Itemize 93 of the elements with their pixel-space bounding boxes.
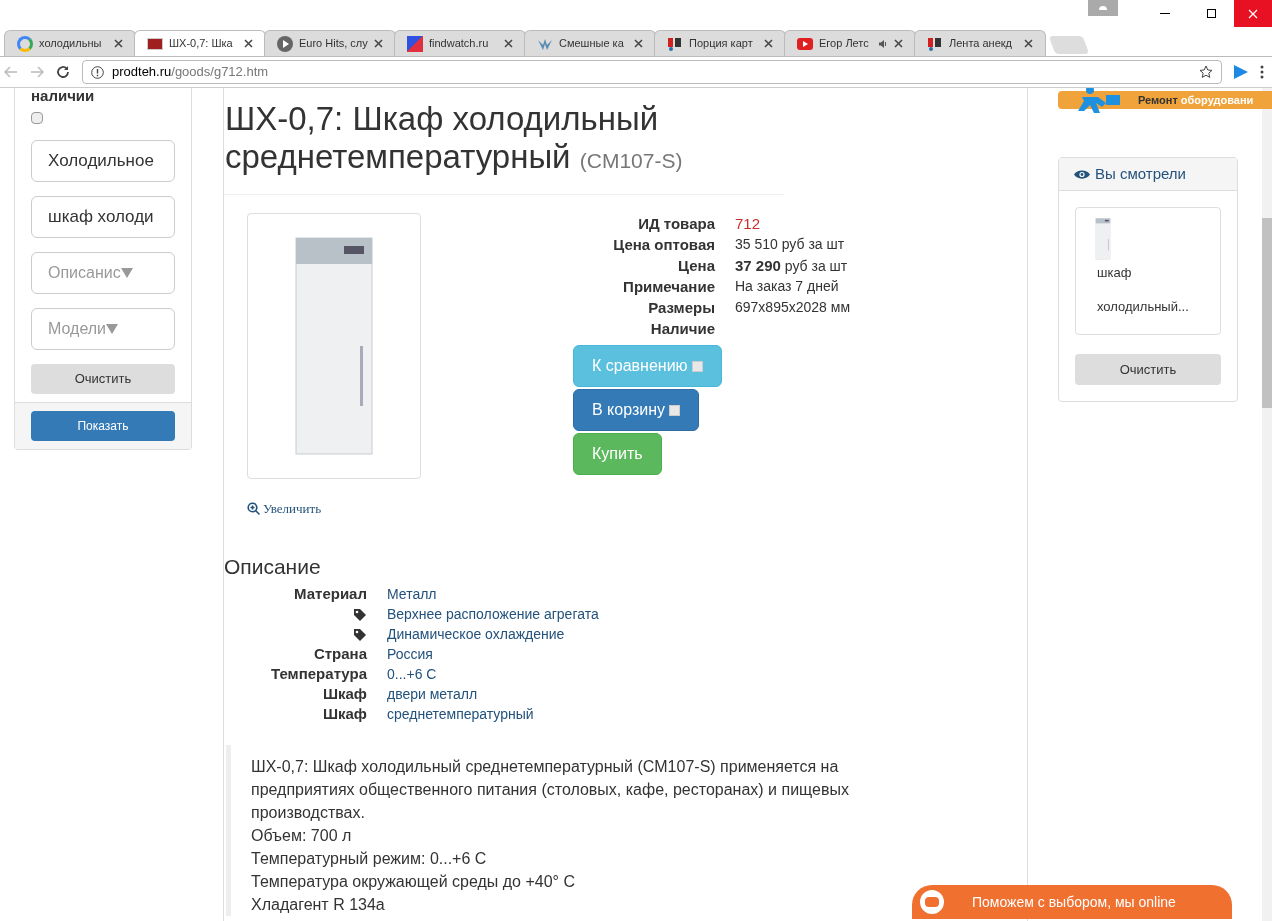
close-icon[interactable]: [244, 39, 253, 48]
clear-button[interactable]: Очистить: [1075, 354, 1221, 385]
filter-field[interactable]: шкаф холоди: [31, 196, 175, 238]
eye-icon: [1074, 168, 1090, 180]
banner-text: Ремонт оборудовани: [1138, 92, 1254, 108]
product-title: ШХ-0,7: Шкаф холодильный среднетемпературный (CM107-S): [224, 88, 784, 195]
chat-bubbles-icon: [918, 888, 946, 916]
caret-icon: [120, 268, 133, 278]
spec-label: ИД товара: [637, 214, 716, 234]
google-icon: [17, 35, 33, 52]
attribute-link[interactable]: Верхнее расположение агрегата: [387, 604, 599, 625]
close-icon[interactable]: [634, 39, 643, 48]
filter-field[interactable]: Холодильное: [31, 140, 175, 182]
zoom-in-icon: [247, 501, 261, 516]
browser-tab[interactable]: ШХ-0,7: Шка: [134, 30, 266, 56]
attribute-link[interactable]: двери металл: [387, 684, 478, 705]
square-icon: [669, 404, 681, 416]
tag-icon: [353, 607, 367, 622]
menu-icon[interactable]: [1260, 65, 1264, 79]
attribute-label: Шкаф: [322, 704, 367, 725]
spec-value: 697x895x2028 мм: [735, 298, 850, 317]
close-icon[interactable]: [504, 39, 513, 48]
spec-label: Цена оптовая: [612, 235, 716, 255]
address-bar[interactable]: prodteh.ru/goods/g712.htm: [82, 60, 1222, 84]
close-icon[interactable]: [764, 39, 773, 48]
spec-label: Размеры: [647, 298, 716, 318]
yap-logo-icon: [927, 36, 943, 51]
yap-logo-icon: [667, 36, 683, 51]
browser-tab[interactable]: Euro Hits, слу: [264, 30, 396, 56]
tab-title: Порция карт: [689, 36, 754, 52]
description-text: ШХ-0,7: Шкаф холодильный среднетемпературный (CM107-S) применяется на предприятиях общественного питания (столовых, кафе, ресторанах) и пищевых производствах.: [251, 756, 850, 823]
spec-label: Цена: [677, 256, 716, 276]
section-heading: Описание: [224, 554, 322, 579]
description-text: Хладагент R 134a: [251, 894, 386, 915]
spec-label: Примечание: [622, 277, 716, 297]
url-text: prodteh.ru/goods/g712.htm: [112, 63, 269, 82]
browser-tab[interactable]: Егор Летс: [784, 30, 916, 56]
close-icon: [1248, 8, 1258, 19]
video-icon: [797, 37, 813, 50]
spec-value: 712: [735, 214, 761, 234]
browser-tab[interactable]: Смешные ка: [524, 30, 656, 56]
scrollbar-thumb[interactable]: [1262, 218, 1272, 408]
zoom-link[interactable]: Увеличить: [247, 499, 322, 519]
spec-value: 37 290 руб за шт: [735, 256, 848, 276]
spec-value: 35 510 руб за шт: [735, 235, 845, 254]
tab-title: Егор Летс: [819, 36, 870, 52]
cart-button[interactable]: В корзину: [573, 389, 700, 431]
attribute-label: Страна: [313, 644, 367, 665]
description-text: Температурный режим: 0...+6 С: [251, 848, 488, 869]
reload-icon[interactable]: [56, 65, 70, 79]
square-icon: [691, 360, 703, 372]
attribute-link[interactable]: среднетемпературный: [387, 704, 534, 725]
site-logo-icon: [147, 37, 163, 50]
attribute-label: Шкаф: [322, 684, 367, 705]
caret-icon: [106, 324, 119, 334]
panel-title: Вы смотрели: [1095, 163, 1186, 184]
spec-value: На заказ 7 дней: [735, 277, 839, 296]
tab-title: Euro Hits, слу: [299, 36, 368, 52]
speaker-icon[interactable]: [878, 38, 888, 49]
tag-icon: [353, 627, 367, 642]
attribute-link[interactable]: 0...+6 С: [387, 664, 437, 685]
viewed-item-card[interactable]: шкаф холодильный...: [1075, 207, 1221, 335]
close-icon[interactable]: [1024, 39, 1033, 48]
tab-title: ШХ-0,7: Шка: [169, 36, 234, 52]
description-text: Температура окружающей среды до +40° С: [251, 871, 576, 892]
checkbox[interactable]: [31, 112, 43, 124]
chat-label: Поможем с выбором, мы online: [972, 892, 1176, 912]
clear-button[interactable]: Очистить: [31, 364, 175, 394]
tab-title: Лента анекд: [949, 36, 1014, 52]
attribute-label: Температура: [271, 664, 367, 685]
attribute-link[interactable]: Россия: [387, 644, 433, 665]
browser-tab[interactable]: Порция карт: [654, 30, 786, 56]
tab-title: холодильны: [39, 36, 103, 52]
show-button[interactable]: Показать: [31, 411, 175, 441]
attribute-link[interactable]: Динамическое охлаждение: [387, 624, 565, 645]
spec-label: Наличие: [649, 319, 716, 339]
browser-tab[interactable]: холодильны: [4, 30, 136, 56]
tab-title: findwatch.ru: [429, 36, 490, 52]
close-icon[interactable]: [894, 39, 903, 48]
attribute-label: Материал: [294, 584, 367, 605]
filter-heading: наличии: [31, 88, 96, 104]
play-icon: [277, 35, 293, 52]
browser-tab[interactable]: Лента анекд: [914, 30, 1046, 56]
attribute-link[interactable]: Металл: [387, 584, 437, 605]
star-icon[interactable]: [1199, 65, 1213, 79]
viewed-item-title: шкаф холодильный...: [1096, 264, 1190, 316]
info-icon: [91, 65, 104, 79]
diagonal-square-icon: [407, 35, 423, 52]
description-text: Объем: 700 л: [251, 825, 353, 846]
browser-tab[interactable]: findwatch.ru: [394, 30, 526, 56]
tab-title: Смешные ка: [559, 36, 625, 52]
close-icon[interactable]: [374, 39, 383, 48]
close-icon[interactable]: [114, 39, 123, 48]
